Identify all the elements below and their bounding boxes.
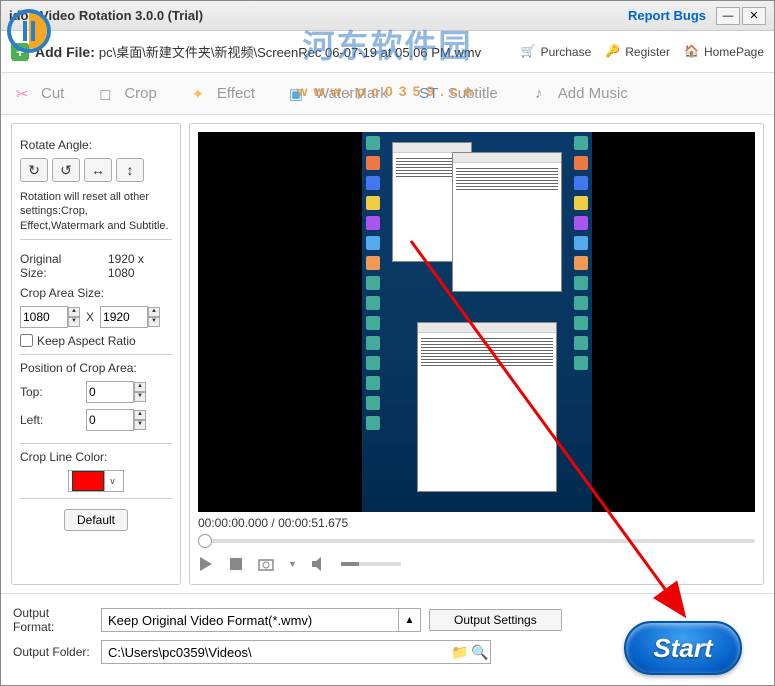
original-size-label: Original Size: (20, 252, 89, 280)
video-preview[interactable] (198, 132, 755, 512)
play-button[interactable] (198, 556, 214, 572)
seek-slider[interactable] (198, 534, 755, 548)
tab-crop[interactable]: ◻Crop (94, 83, 157, 105)
plus-icon: + (11, 43, 29, 61)
crop-position-label: Position of Crop Area: (20, 361, 172, 375)
color-dropdown[interactable]: v (104, 471, 120, 491)
crop-left-input[interactable] (86, 409, 134, 431)
report-bugs-link[interactable]: Report Bugs (628, 8, 706, 23)
crop-width-input[interactable] (20, 306, 68, 328)
browse-folder-icon[interactable]: 📁 (450, 644, 470, 661)
register-link[interactable]: 🔑Register (605, 44, 670, 60)
homepage-link[interactable]: 🏠HomePage (684, 44, 764, 60)
height-up[interactable]: ▲ (148, 307, 160, 317)
tab-watermark[interactable]: ▣WaterMark (285, 83, 388, 105)
crop-color-label: Crop Line Color: (20, 450, 172, 464)
timecode: 00:00:00.000 / 00:00:51.675 (198, 516, 755, 530)
left-down[interactable]: ▼ (134, 420, 146, 430)
output-format-input[interactable] (102, 609, 398, 631)
rotate-angle-label: Rotate Angle: (20, 138, 172, 152)
key-icon: 🔑 (605, 44, 621, 60)
flip-vertical-button[interactable]: ↕ (116, 158, 144, 182)
minimize-button[interactable]: — (716, 7, 740, 25)
tab-subtitle[interactable]: STSubtitle (418, 83, 498, 105)
rotate-ccw-button[interactable]: ↺ (52, 158, 80, 182)
snapshot-dropdown[interactable]: ▼ (288, 559, 297, 569)
color-swatch (72, 471, 104, 491)
output-folder-label: Output Folder: (13, 645, 93, 659)
output-folder-input[interactable] (102, 645, 450, 660)
crop-icon: ◻ (94, 83, 116, 105)
tool-tabs: ✂Cut ◻Crop ✦Effect ▣WaterMark STSubtitle… (1, 73, 774, 115)
rotate-cw-button[interactable]: ↻ (20, 158, 48, 182)
seek-thumb[interactable] (198, 534, 212, 548)
file-bar: + Add File: pc\桌面\新建文件夹\新视频\ScreenRec 06… (1, 31, 774, 73)
scissors-icon: ✂ (11, 83, 33, 105)
window-title: idoo Video Rotation 3.0.0 (Trial) (9, 8, 628, 23)
volume-slider[interactable] (341, 562, 401, 566)
tab-effect[interactable]: ✦Effect (187, 83, 255, 105)
watermark-icon: ▣ (285, 83, 307, 105)
cart-icon: 🛒 (521, 44, 537, 60)
default-button[interactable]: Default (64, 509, 128, 531)
purchase-link[interactable]: 🛒Purchase (521, 44, 592, 60)
output-settings-button[interactable]: Output Settings (429, 609, 562, 631)
output-format-label: Output Format: (13, 606, 93, 634)
keep-aspect-label: Keep Aspect Ratio (37, 334, 136, 348)
width-up[interactable]: ▲ (68, 307, 80, 317)
flip-horizontal-button[interactable]: ↔ (84, 158, 112, 182)
top-up[interactable]: ▲ (134, 382, 146, 392)
volume-icon[interactable] (311, 556, 327, 572)
color-selector[interactable]: v (68, 470, 124, 492)
width-down[interactable]: ▼ (68, 317, 80, 327)
titlebar: idoo Video Rotation 3.0.0 (Trial) Report… (1, 1, 774, 31)
original-size-value: 1920 x 1080 (108, 252, 172, 280)
crop-height-input[interactable] (100, 306, 148, 328)
rotate-note: Rotation will reset all other settings:C… (20, 190, 172, 233)
start-button[interactable]: Start (624, 621, 742, 675)
open-folder-icon[interactable]: 🔍 (470, 644, 490, 661)
format-dropdown-icon[interactable]: ▲ (398, 609, 420, 631)
add-file-button[interactable]: + Add File: (11, 43, 95, 61)
home-icon: 🏠 (684, 44, 700, 60)
stop-button[interactable] (228, 556, 244, 572)
star-icon: ✦ (187, 83, 209, 105)
top-down[interactable]: ▼ (134, 392, 146, 402)
snapshot-button[interactable] (258, 556, 274, 572)
add-file-label: Add File: (35, 44, 95, 60)
crop-area-label: Crop Area Size: (20, 286, 172, 300)
file-path: pc\桌面\新建文件夹\新视频\ScreenRec 06-07-19 at 05… (99, 42, 481, 61)
preview-panel: 00:00:00.000 / 00:00:51.675 ▼ (189, 123, 764, 585)
settings-panel: Rotate Angle: ↻ ↺ ↔ ↕ Rotation will rese… (11, 123, 181, 585)
subtitle-icon: ST (418, 83, 440, 105)
height-down[interactable]: ▼ (148, 317, 160, 327)
crop-top-input[interactable] (86, 381, 134, 403)
tab-add-music[interactable]: ♪Add Music (528, 83, 628, 105)
close-button[interactable]: ✕ (742, 7, 766, 25)
tab-cut[interactable]: ✂Cut (11, 83, 64, 105)
keep-aspect-checkbox[interactable] (20, 334, 33, 347)
left-up[interactable]: ▲ (134, 410, 146, 420)
output-format-combo[interactable]: ▲ (101, 608, 421, 632)
music-icon: ♪ (528, 83, 550, 105)
